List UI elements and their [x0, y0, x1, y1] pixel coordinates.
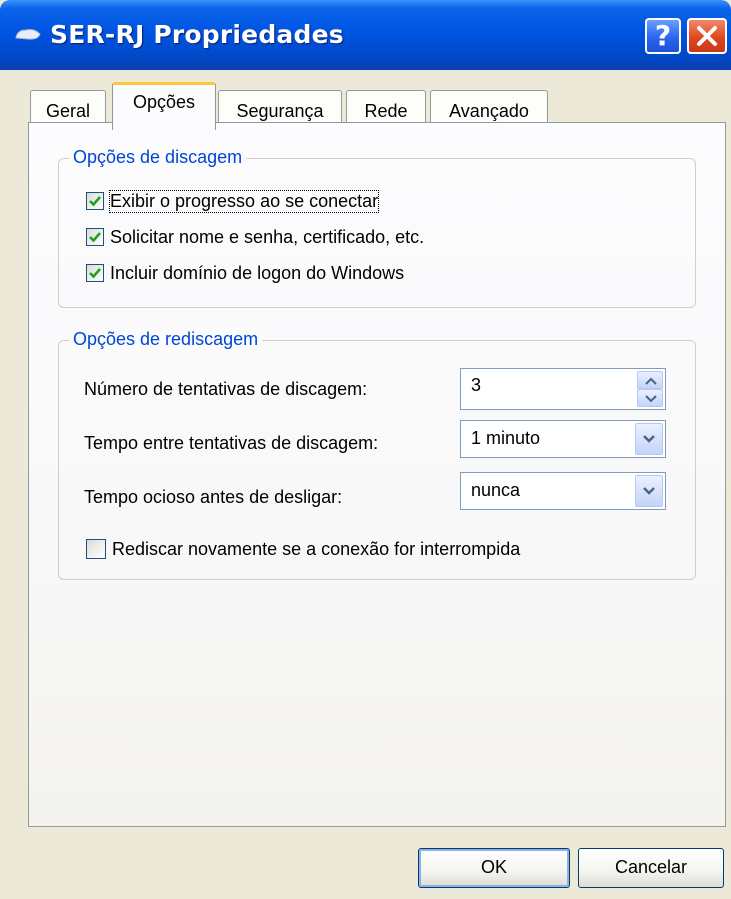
interval-value: 1 minuto	[471, 428, 541, 448]
check-icon	[89, 268, 101, 279]
show-progress-label: Exibir o progresso ao se conectar	[108, 189, 380, 213]
prompt-credentials-label: Solicitar nome e senha, certificado, etc…	[110, 226, 425, 247]
tab-opcoes[interactable]: Opções	[112, 82, 216, 130]
idle-label: Tempo ocioso antes de desligar:	[84, 487, 343, 507]
dialing-options-legend: Opções de discagem	[69, 145, 247, 169]
interval-dropdown[interactable]: 1 minuto	[460, 420, 666, 458]
interval-label: Tempo entre tentativas de discagem:	[84, 433, 379, 453]
redial-options-legend: Opções de rediscagem	[69, 327, 263, 351]
attempts-label: Número de tentativas de discagem:	[84, 379, 368, 399]
close-button[interactable]	[687, 18, 727, 54]
dropdown-arrow-button[interactable]	[635, 423, 663, 455]
idle-value: nunca	[471, 480, 521, 500]
title-bar[interactable]: SER-RJ Propriedades ?	[0, 0, 731, 70]
chevron-down-icon	[643, 435, 655, 443]
checkbox-box[interactable]	[86, 264, 104, 282]
window-title: SER-RJ Propriedades	[50, 20, 344, 49]
spin-up-button[interactable]	[637, 371, 663, 389]
include-windows-domain-label: Incluir domínio de logon do Windows	[110, 262, 405, 283]
prompt-credentials-checkbox[interactable]: Solicitar nome e senha, certificado, etc…	[86, 224, 424, 250]
redial-on-disconnect-label: Rediscar novamente se a conexão for inte…	[112, 538, 521, 559]
idle-dropdown[interactable]: nunca	[460, 472, 666, 510]
attempts-spinbox[interactable]: 3	[460, 368, 666, 410]
checkbox-box[interactable]	[86, 228, 104, 246]
chevron-up-icon	[645, 377, 657, 385]
help-button[interactable]: ?	[645, 18, 681, 54]
include-windows-domain-checkbox[interactable]: Incluir domínio de logon do Windows	[86, 260, 404, 286]
spin-down-button[interactable]	[637, 389, 663, 407]
checkbox-box[interactable]	[86, 192, 104, 210]
ok-button[interactable]: OK	[418, 848, 570, 888]
checkbox-box[interactable]	[86, 539, 106, 559]
cancel-button[interactable]: Cancelar	[578, 848, 724, 888]
chevron-down-icon	[643, 487, 655, 495]
check-icon	[89, 196, 101, 207]
chevron-down-icon	[645, 395, 657, 403]
dropdown-arrow-button[interactable]	[635, 475, 663, 507]
check-icon	[89, 232, 101, 243]
dialup-connection-icon	[15, 29, 41, 40]
attempts-value[interactable]: 3	[471, 375, 481, 396]
redial-on-disconnect-checkbox[interactable]: Rediscar novamente se a conexão for inte…	[86, 536, 520, 562]
show-progress-checkbox[interactable]: Exibir o progresso ao se conectar	[86, 188, 380, 214]
close-icon	[697, 26, 717, 46]
